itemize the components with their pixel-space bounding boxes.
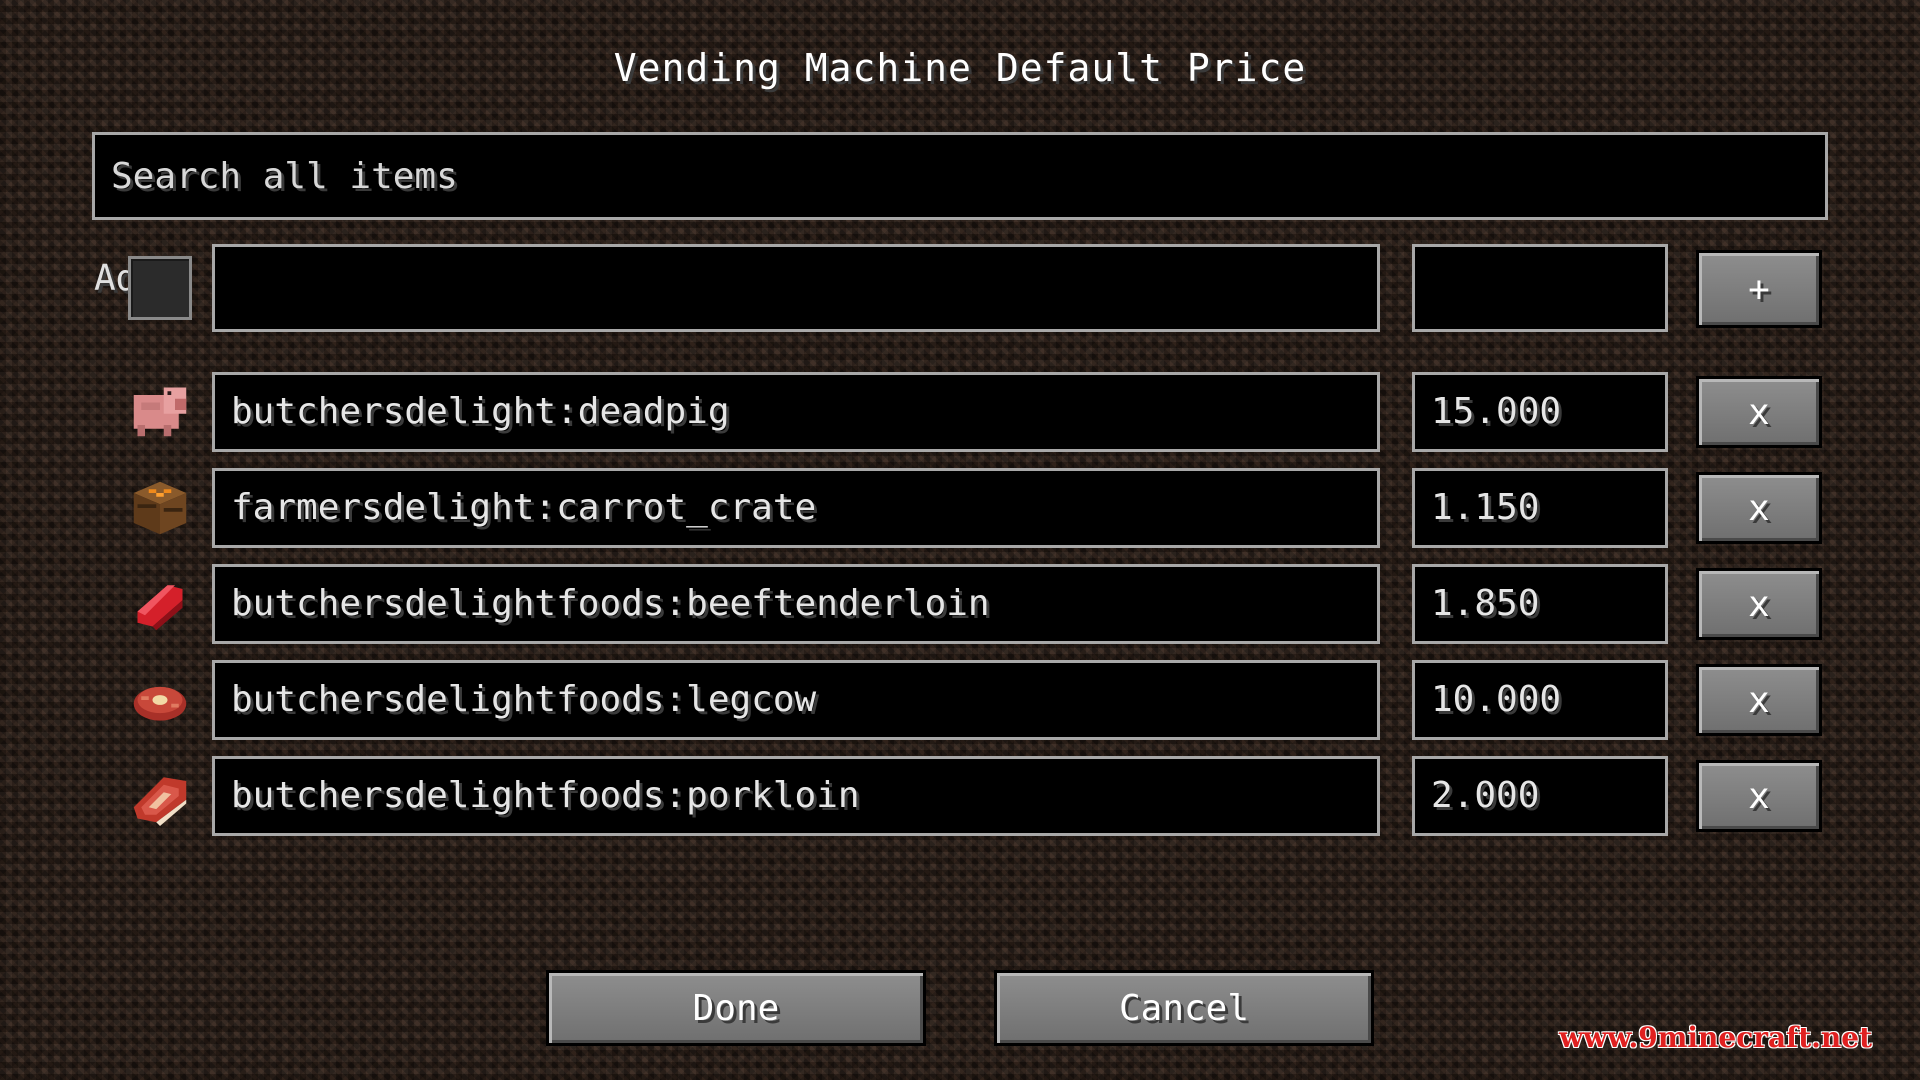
add-button[interactable]: +: [1696, 250, 1822, 328]
remove-button[interactable]: x: [1696, 568, 1822, 640]
item-price-field[interactable]: 15.000: [1412, 372, 1668, 452]
cancel-button[interactable]: Cancel: [994, 970, 1374, 1046]
item-id-field[interactable]: butchersdelightfoods:porkloin: [212, 756, 1380, 836]
watermark: www.9minecraft.net: [1559, 1021, 1872, 1054]
item-id-field[interactable]: butchersdelight:deadpig: [212, 372, 1380, 452]
search-input[interactable]: [92, 132, 1828, 220]
carrot-crate-icon: [133, 481, 187, 535]
remove-button[interactable]: x: [1696, 376, 1822, 448]
add-item-price-input[interactable]: [1412, 244, 1668, 332]
item-price-field[interactable]: 2.000: [1412, 756, 1668, 836]
remove-button[interactable]: x: [1696, 472, 1822, 544]
item-price-field[interactable]: 10.000: [1412, 660, 1668, 740]
item-price-field[interactable]: 1.850: [1412, 564, 1668, 644]
done-button[interactable]: Done: [546, 970, 926, 1046]
leg-cow-icon: [133, 686, 187, 721]
item-id-field[interactable]: farmersdelight:carrot_crate: [212, 468, 1380, 548]
add-item-id-input[interactable]: [212, 244, 1380, 332]
add-item-slot[interactable]: [128, 256, 192, 320]
remove-button[interactable]: x: [1696, 664, 1822, 736]
remove-button[interactable]: x: [1696, 760, 1822, 832]
dead-pig-icon: [133, 387, 187, 437]
item-price-field[interactable]: 1.150: [1412, 468, 1668, 548]
item-id-field[interactable]: butchersdelightfoods:beeftenderloin: [212, 564, 1380, 644]
pork-loin-icon: [133, 777, 187, 826]
item-id-field[interactable]: butchersdelightfoods:legcow: [212, 660, 1380, 740]
page-title: Vending Machine Default Price: [613, 46, 1307, 90]
beef-tenderloin-icon: [137, 585, 183, 631]
